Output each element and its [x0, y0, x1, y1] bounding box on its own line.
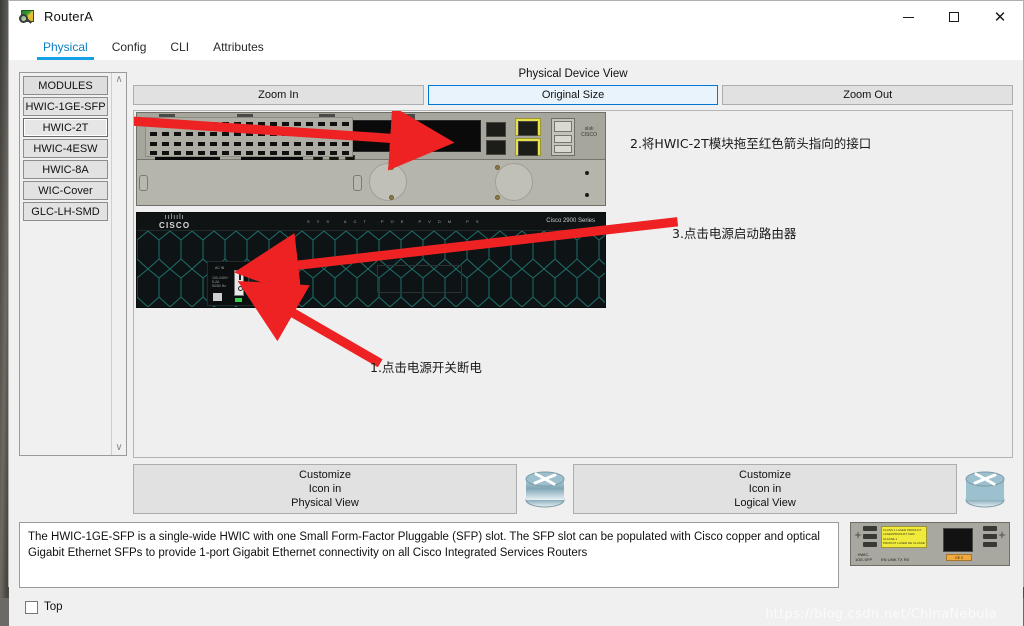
- front-vent-outline: [377, 265, 462, 293]
- top-checkbox[interactable]: [25, 601, 38, 614]
- bottom-bar: Top https://blog.csdn.net/ChinaNebula: [19, 588, 1013, 626]
- modules-panel: MODULES HWIC-1GE-SFP HWIC-2T HWIC-4ESW H…: [19, 72, 127, 456]
- router-rear-panel-image[interactable]: ıılıılıCISCO: [136, 112, 606, 206]
- minimize-icon: [903, 17, 914, 18]
- console-port[interactable]: [486, 122, 506, 137]
- tab-bar: Physical Config CLI Attributes: [9, 33, 1023, 60]
- watermark-text: https://blog.csdn.net/ChinaNebula: [765, 607, 997, 622]
- tab-cli[interactable]: CLI: [158, 40, 201, 60]
- tab-physical-label: Physical: [43, 40, 88, 54]
- usb-port-0[interactable]: [554, 121, 572, 132]
- tab-cli-label: CLI: [170, 40, 189, 54]
- module-name-label: HWIC-1GE-SFP: [855, 553, 872, 562]
- customize-icon-physical-view-button[interactable]: Customize Icon in Physical View: [133, 464, 517, 514]
- tab-config-label: Config: [112, 40, 147, 54]
- module-preview-panel: CLASS 1 LASER PRODUCTLASERPRODUKT DER KL…: [847, 522, 1013, 588]
- customize-icon-row: Customize Icon in Physical View: [19, 464, 1013, 514]
- module-item-hwic-2t[interactable]: HWIC-2T: [23, 118, 108, 137]
- cisco-logo-rear: ıılıılıCISCO: [581, 126, 597, 139]
- cisco-brand-text: CISCO: [159, 221, 190, 230]
- gigabit-ethernet-1-port[interactable]: [518, 141, 538, 156]
- modules-list: MODULES HWIC-1GE-SFP HWIC-2T HWIC-4ESW H…: [20, 73, 111, 455]
- zoom-in-button[interactable]: Zoom In: [133, 85, 424, 105]
- packet-tracer-device-icon: [19, 9, 35, 25]
- close-icon: ✕: [994, 10, 1007, 25]
- annotation-step-2: 2.将HWIC-2T模块拖至红色箭头指向的接口: [630, 133, 871, 152]
- module-led-labels: EN LINK TX RX: [881, 557, 909, 562]
- device-series-label: Cisco 2900 Series: [546, 218, 595, 224]
- power-on-marking: [239, 274, 241, 280]
- upper-section: MODULES HWIC-1GE-SFP HWIC-2T HWIC-4ESW H…: [19, 66, 1013, 458]
- zoom-out-button[interactable]: Zoom Out: [722, 85, 1013, 105]
- annotation-step-1: 1.点击电源开关断电: [370, 357, 482, 376]
- original-size-button[interactable]: Original Size: [428, 85, 719, 105]
- top-checkbox-label: Top: [44, 601, 63, 613]
- window-controls: ✕: [885, 1, 1023, 32]
- ge-port-label: GE 0: [946, 554, 972, 561]
- maximize-button[interactable]: [931, 1, 977, 33]
- tab-config[interactable]: Config: [100, 40, 159, 60]
- close-button[interactable]: ✕: [977, 1, 1023, 33]
- module-item-wic-cover[interactable]: WIC-Cover: [23, 181, 108, 200]
- device-view-column: Physical Device View Zoom In Original Si…: [133, 66, 1013, 458]
- usb-port-1[interactable]: [554, 135, 572, 143]
- hwic-slot-3[interactable]: [401, 120, 481, 152]
- modules-list-empty-area: [23, 223, 108, 455]
- ac-in-label: AC IN: [215, 266, 224, 270]
- hwic-1ge-sfp-module-image[interactable]: CLASS 1 LASER PRODUCTLASERPRODUKT DER KL…: [850, 522, 1010, 566]
- annotation-step-3: 3.点击电源启动路由器: [672, 223, 796, 242]
- power-socket: [248, 274, 264, 296]
- router-front-panel-image[interactable]: ıılıılı CISCO SYS ACT POE PVDM PS Cisco …: [136, 212, 606, 308]
- scroll-down-icon[interactable]: ∨: [115, 443, 122, 453]
- power-supply-unit[interactable]: AC IN 100-240V~5-2A50/60 Hz: [207, 261, 267, 306]
- laser-warning-label: CLASS 1 LASER PRODUCTLASERPRODUKT DER KL…: [881, 526, 927, 548]
- tab-physical[interactable]: Physical: [31, 40, 100, 60]
- rear-air-grill: [145, 117, 353, 157]
- psu-pictogram-icon: [213, 293, 222, 301]
- customize-icon-logical-view-button[interactable]: Customize Icon in Logical View: [573, 464, 957, 514]
- rear-fan-2: [495, 163, 533, 201]
- module-item-glc-lh-smd[interactable]: GLC-LH-SMD: [23, 202, 108, 221]
- window-body: MODULES HWIC-1GE-SFP HWIC-2T HWIC-4ESW H…: [9, 60, 1023, 626]
- module-description-text: The HWIC-1GE-SFP is a single-wide HWIC w…: [19, 522, 839, 588]
- router-icon-physical[interactable]: [517, 464, 573, 514]
- aux-port[interactable]: [486, 140, 506, 155]
- front-status-leds: SYS ACT POE PVDM PS: [307, 219, 486, 224]
- customize-logical-line1: Customize: [739, 468, 791, 482]
- modules-header: MODULES: [23, 76, 108, 95]
- module-item-hwic-4esw[interactable]: HWIC-4ESW: [23, 139, 108, 158]
- minimize-button[interactable]: [885, 1, 931, 33]
- power-switch[interactable]: [234, 270, 244, 296]
- rear-fan-1: [369, 163, 407, 201]
- title-bar: RouterA ✕: [9, 1, 1023, 33]
- scroll-up-icon[interactable]: ∧: [115, 75, 122, 85]
- customize-physical-line2: Icon in: [309, 482, 341, 496]
- device-canvas[interactable]: ıılıılıCISCO: [133, 110, 1013, 458]
- customize-logical-line3: Logical View: [734, 496, 796, 510]
- customize-logical-line2: Icon in: [749, 482, 781, 496]
- psu-rating-label: 100-240V~5-2A50/60 Hz: [212, 276, 229, 288]
- usb-port-2[interactable]: [554, 145, 572, 153]
- window-title: RouterA: [44, 9, 93, 24]
- tab-attributes-label: Attributes: [213, 40, 264, 54]
- module-item-hwic-1ge-sfp[interactable]: HWIC-1GE-SFP: [23, 97, 108, 116]
- sfp-slot[interactable]: [943, 528, 973, 552]
- gigabit-ethernet-0-port[interactable]: [518, 121, 538, 136]
- power-off-marking: [238, 286, 243, 291]
- router-icon-logical[interactable]: [957, 464, 1013, 514]
- customize-physical-line1: Customize: [299, 468, 351, 482]
- maximize-icon: [949, 12, 959, 22]
- modules-scrollbar[interactable]: ∧ ∨: [111, 73, 126, 455]
- power-led-indicator: [235, 298, 242, 302]
- description-row: The HWIC-1GE-SFP is a single-wide HWIC w…: [19, 522, 1013, 588]
- zoom-button-row: Zoom In Original Size Zoom Out: [133, 85, 1013, 105]
- router-device-window: RouterA ✕ Physical Config CLI Attributes: [8, 0, 1024, 587]
- customize-physical-line3: Physical View: [291, 496, 359, 510]
- module-item-hwic-8a[interactable]: HWIC-8A: [23, 160, 108, 179]
- cisco-logo-front: ıılıılı CISCO: [159, 215, 190, 230]
- tab-attributes[interactable]: Attributes: [201, 40, 276, 60]
- physical-device-view-title: Physical Device View: [133, 66, 1013, 83]
